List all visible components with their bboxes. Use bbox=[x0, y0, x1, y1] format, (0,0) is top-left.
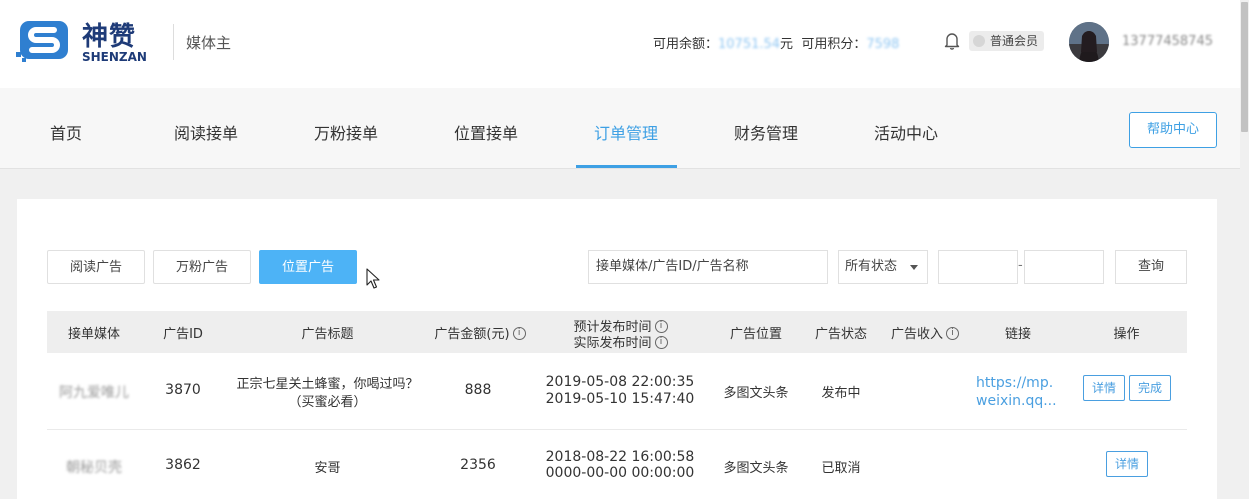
logo-text-cn: 神赞 bbox=[82, 22, 137, 52]
start-date-input[interactable] bbox=[938, 250, 1018, 284]
nav-finance[interactable]: 财务管理 bbox=[734, 120, 798, 144]
balance-unit: 元 bbox=[780, 37, 794, 52]
row-media: 阿九爱唯儿 bbox=[59, 385, 129, 401]
col-ad-id: 广告ID bbox=[163, 327, 203, 342]
row-ad-id: 3862 bbox=[165, 457, 201, 473]
date-separator: - bbox=[1018, 258, 1023, 273]
row-divider bbox=[47, 429, 1187, 430]
row-link-line1: https://mp. bbox=[976, 375, 1054, 391]
user-phone[interactable]: 13777458745 bbox=[1122, 34, 1213, 49]
nav-order-management[interactable]: 订单管理 bbox=[594, 120, 658, 144]
member-badge[interactable]: 普通会员 bbox=[969, 31, 1045, 51]
balance-label: 可用余额： bbox=[653, 37, 719, 52]
query-button[interactable]: 查询 bbox=[1115, 250, 1187, 284]
details-button[interactable]: 详情 bbox=[1106, 451, 1148, 477]
tab-fans-ads[interactable]: 万粉广告 bbox=[153, 250, 251, 284]
row-position: 多图文头条 bbox=[723, 461, 789, 476]
info-icon[interactable]: i bbox=[946, 327, 959, 340]
row-ad-id: 3870 bbox=[165, 382, 201, 398]
col-ops: 操作 bbox=[1113, 327, 1140, 342]
top-header: 神赞 SHENZAN 媒体主 可用余额：10751.54元 可用积分：7598 … bbox=[0, 0, 1240, 88]
row-time-actual: 0000-00-00 00:00:00 bbox=[545, 465, 695, 481]
account-summary: 可用余额：10751.54元 可用积分：7598 bbox=[653, 33, 899, 52]
tab-read-ads[interactable]: 阅读广告 bbox=[47, 250, 145, 284]
info-icon[interactable]: i bbox=[654, 336, 668, 349]
scrollbar-thumb[interactable] bbox=[1241, 2, 1248, 132]
col-time-actual: 实际发布时间 i bbox=[548, 332, 693, 351]
col-ad-title: 广告标题 bbox=[301, 327, 354, 342]
mouse-cursor-icon bbox=[366, 268, 380, 289]
main-nav: 首页 阅读接单 万粉接单 位置接单 订单管理 财务管理 活动中心 bbox=[0, 88, 1240, 169]
row-amount: 888 bbox=[464, 382, 492, 398]
chevron-down-icon bbox=[910, 265, 918, 270]
member-level-icon bbox=[973, 34, 985, 47]
status-select-value: 所有状态 bbox=[845, 259, 898, 274]
row-title-line1: 正宗七星关土蜂蜜，你喝过吗？ bbox=[236, 377, 419, 392]
details-button[interactable]: 详情 bbox=[1083, 375, 1125, 401]
row-title-line2: （买蜜必看） bbox=[288, 395, 367, 410]
col-position: 广告位置 bbox=[729, 327, 782, 342]
search-input[interactable]: 接单媒体/广告ID/广告名称 bbox=[588, 250, 828, 284]
nav-activity-center[interactable]: 活动中心 bbox=[874, 120, 938, 144]
balance-value: 10751.54 bbox=[718, 37, 781, 52]
col-ad-amount: 广告金额(元) i bbox=[430, 323, 530, 342]
row-amount: 2356 bbox=[460, 457, 496, 473]
col-link: 链接 bbox=[1004, 327, 1031, 342]
bell-icon[interactable] bbox=[941, 30, 963, 52]
nav-active-indicator bbox=[576, 165, 677, 168]
logo-mark-icon bbox=[16, 21, 68, 62]
row-status: 已取消 bbox=[821, 461, 861, 476]
row-time-plan: 2019-05-08 22:00:35 bbox=[545, 374, 695, 390]
end-date-input[interactable] bbox=[1024, 250, 1104, 284]
row-time-actual: 2019-05-10 15:47:40 bbox=[545, 391, 695, 407]
nav-home[interactable]: 首页 bbox=[50, 120, 82, 144]
avatar-photo-icon bbox=[1069, 22, 1109, 62]
row-status: 发布中 bbox=[821, 386, 861, 401]
row-link-line2: weixin.qq... bbox=[976, 393, 1057, 409]
help-center-button[interactable]: 帮助中心 bbox=[1129, 112, 1217, 148]
row-link[interactable]: https://mp. weixin.qq... bbox=[976, 374, 1057, 410]
tab-position-ads[interactable]: 位置广告 bbox=[259, 250, 357, 284]
points-label: 可用积分： bbox=[801, 37, 867, 52]
row-position: 多图文头条 bbox=[723, 386, 789, 401]
col-time-actual-label: 实际发布时间 bbox=[573, 336, 652, 351]
col-income: 广告收入 i bbox=[880, 323, 970, 342]
member-label: 普通会员 bbox=[990, 34, 1039, 48]
col-status: 广告状态 bbox=[814, 327, 867, 342]
nav-fans-orders[interactable]: 万粉接单 bbox=[314, 120, 378, 144]
col-media: 接单媒体 bbox=[67, 327, 120, 342]
complete-button[interactable]: 完成 bbox=[1129, 375, 1171, 401]
logo-text-en: SHENZAN bbox=[82, 50, 147, 64]
row-title-line1: 安哥 bbox=[314, 461, 341, 476]
shenzan-logo[interactable]: 神赞 SHENZAN bbox=[16, 18, 158, 66]
status-select[interactable]: 所有状态 bbox=[838, 250, 928, 284]
role-label: 媒体主 bbox=[186, 34, 232, 52]
col-ad-amount-label: 广告金额(元) bbox=[434, 327, 510, 342]
nav-read-orders[interactable]: 阅读接单 bbox=[174, 120, 238, 144]
info-icon[interactable]: i bbox=[512, 327, 526, 340]
avatar[interactable] bbox=[1069, 22, 1109, 62]
col-income-label: 广告收入 bbox=[890, 327, 943, 342]
header-divider bbox=[173, 24, 174, 60]
nav-position-orders[interactable]: 位置接单 bbox=[454, 120, 518, 144]
row-media: 朝秘贝壳 bbox=[66, 460, 122, 476]
row-time-plan: 2018-08-22 16:00:58 bbox=[545, 449, 695, 465]
points-value: 7598 bbox=[866, 37, 900, 52]
